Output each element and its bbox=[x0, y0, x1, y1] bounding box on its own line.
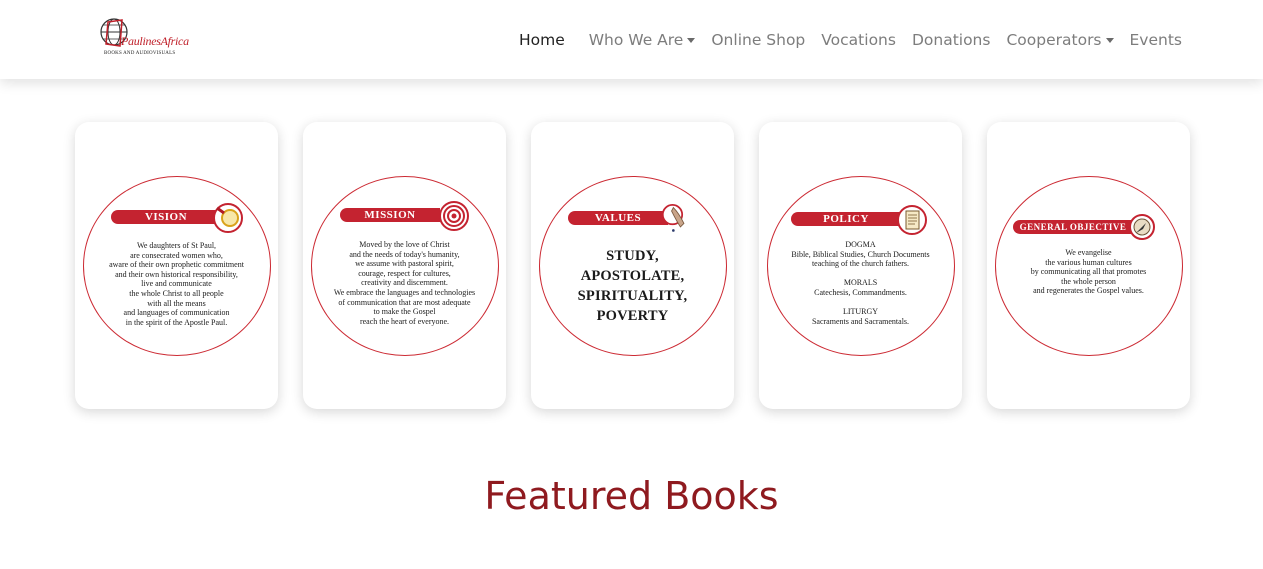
nav-cooperators-label: Cooperators bbox=[1006, 31, 1102, 49]
praying-hands-icon bbox=[661, 204, 691, 234]
values-card: VALUES STUDY, APOSTOLATE, SPIRITUALITY, … bbox=[531, 122, 734, 409]
vision-line: the whole Christ to all people bbox=[129, 288, 224, 298]
compass-icon bbox=[1129, 214, 1155, 240]
nav-vocations-label: Vocations bbox=[821, 31, 896, 49]
document-icon bbox=[897, 205, 927, 235]
nav-donations-label: Donations bbox=[911, 31, 991, 49]
values-text: STUDY, APOSTOLATE, SPIRITUALITY, POVERTY bbox=[531, 246, 734, 326]
vision-text: We daughters of St Paul, are consecrated… bbox=[75, 241, 278, 327]
values-banner: VALUES bbox=[568, 211, 668, 225]
vision-line: aware of their own prophetic commitment bbox=[109, 260, 244, 270]
values-line: STUDY, bbox=[606, 248, 659, 264]
target-icon bbox=[439, 201, 469, 231]
vision-line: and languages of communication bbox=[123, 308, 230, 318]
vision-line: in the spirit of the Apostle Paul. bbox=[125, 317, 228, 327]
caret-down-icon bbox=[1105, 38, 1114, 43]
caret-down-icon bbox=[687, 38, 696, 43]
vision-line: with all the means bbox=[147, 298, 206, 308]
logo-wordmark: PaulinesAfrica bbox=[121, 34, 189, 48]
mission-line: We embrace the languages and technologie… bbox=[333, 287, 476, 297]
general-objective-line: and regenerates the Gospel values. bbox=[1033, 286, 1144, 296]
nav-home[interactable]: Home bbox=[519, 31, 565, 49]
general-objective-banner: GENERAL OBJECTIVE bbox=[1013, 220, 1133, 234]
nav-cooperators[interactable]: Cooperators bbox=[1006, 31, 1114, 49]
nav-events-label: Events bbox=[1129, 31, 1182, 49]
policy-line: teaching of the church fathers. bbox=[811, 259, 910, 269]
mission-line: we assume with pastoral spirit, bbox=[355, 259, 454, 269]
nav-online-shop[interactable]: Online Shop bbox=[711, 31, 805, 49]
mission-line: of communication that are most adequate bbox=[338, 297, 471, 307]
mission-text: Moved by the love of Christ and the need… bbox=[303, 240, 506, 326]
policy-line-spacer bbox=[759, 269, 962, 279]
mission-line: creativity and discernment. bbox=[361, 278, 448, 288]
main-nav: Home Who We Are Online Shop Vocations Do… bbox=[503, 28, 1182, 52]
vision-line: and their own historical responsibility, bbox=[115, 269, 238, 279]
policy-card: POLICY DOGMA Bible, Biblical Studies, Ch… bbox=[759, 122, 962, 409]
nav-online-shop-label: Online Shop bbox=[711, 31, 806, 49]
nav-home-label: Home bbox=[518, 31, 565, 49]
mission-line: Moved by the love of Christ bbox=[359, 240, 450, 249]
general-objective-line: the whole person bbox=[1061, 276, 1116, 286]
navbar: PaulinesAfrica BOOKS AND AUDIOVISUALS Ho… bbox=[0, 0, 1263, 79]
nav-donations[interactable]: Donations bbox=[912, 31, 991, 49]
vision-banner: VISION bbox=[111, 210, 221, 224]
vision-line: are consecrated women who, bbox=[130, 250, 223, 260]
policy-line: Sacraments and Sacramentals. bbox=[811, 316, 910, 326]
policy-line: DOGMA bbox=[845, 240, 876, 249]
mission-line: and the needs of today's humanity, bbox=[349, 249, 460, 259]
paulines-africa-logo[interactable]: PaulinesAfrica BOOKS AND AUDIOVISUALS bbox=[100, 16, 190, 60]
mission-banner: MISSION bbox=[340, 208, 440, 222]
general-objective-line: We evangelise bbox=[1065, 248, 1112, 257]
policy-banner: POLICY bbox=[791, 212, 901, 226]
mission-line: reach the heart of everyone. bbox=[359, 316, 450, 326]
mission-line: to make the Gospel bbox=[373, 307, 436, 317]
logo-subtitle: BOOKS AND AUDIOVISUALS bbox=[104, 51, 176, 56]
magnifier-icon bbox=[213, 203, 243, 233]
values-line: APOSTOLATE, bbox=[580, 268, 685, 284]
general-objective-card: GENERAL OBJECTIVE We evangelise the vari… bbox=[987, 122, 1190, 409]
featured-books-heading: Featured Books bbox=[484, 474, 779, 518]
nav-events[interactable]: Events bbox=[1130, 31, 1182, 49]
vision-line: live and communicate bbox=[141, 279, 212, 289]
policy-line: Catechesis, Commandments. bbox=[814, 287, 907, 297]
policy-line: LITURGY bbox=[842, 307, 879, 317]
general-objective-text: We evangelise the various human cultures… bbox=[987, 248, 1190, 296]
nav-who-we-are[interactable]: Who We Are bbox=[589, 31, 696, 49]
mission-line: courage, respect for cultures, bbox=[358, 268, 451, 278]
general-objective-line: the various human cultures bbox=[1045, 257, 1132, 267]
values-line: POVERTY bbox=[596, 308, 669, 324]
mission-card: MISSION Moved by the love of Christ and … bbox=[303, 122, 506, 409]
nav-vocations[interactable]: Vocations bbox=[821, 31, 896, 49]
nav-who-we-are-label: Who We Are bbox=[588, 31, 684, 49]
policy-line: Bible, Biblical Studies, Church Document… bbox=[791, 249, 930, 259]
general-objective-line: by communicating all that promotes bbox=[1030, 267, 1147, 277]
vision-card: VISION We daughters of St Paul, are cons… bbox=[75, 122, 278, 409]
policy-text: DOGMA Bible, Biblical Studies, Church Do… bbox=[759, 240, 962, 326]
values-line: SPIRITUALITY, bbox=[577, 288, 688, 304]
policy-line-spacer bbox=[759, 298, 962, 308]
vision-line: We daughters of St Paul, bbox=[136, 241, 217, 250]
policy-line: MORALS bbox=[843, 278, 878, 288]
